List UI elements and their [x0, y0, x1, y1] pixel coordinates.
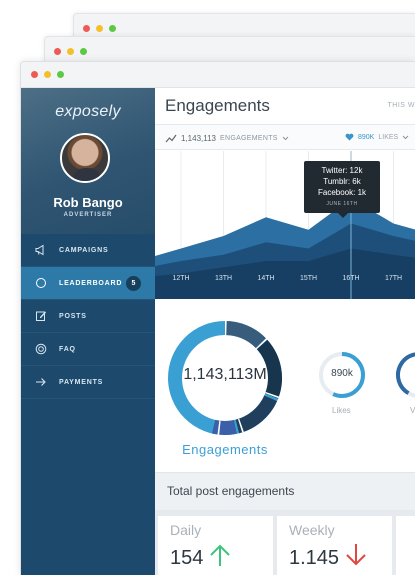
minimize-dot: [67, 48, 74, 55]
sidebar-item-label: CAMPAIGNS: [59, 246, 109, 254]
tile-value-number: 154: [170, 547, 204, 569]
window-titlebar: [21, 62, 415, 88]
tile-value: 1.145: [289, 543, 367, 570]
chart-tooltip: Twitter: 12k Tumblr: 6k Facebook: 1k JUN…: [304, 161, 380, 218]
tile-label: Weekly: [289, 522, 335, 538]
avatar[interactable]: [60, 133, 110, 183]
sidebar-item-campaigns[interactable]: CAMPAIGNS: [21, 234, 155, 267]
close-dot: [54, 48, 61, 55]
section-title: Total post engagements: [167, 484, 295, 498]
megaphone-icon: [35, 244, 44, 256]
app-window: exposely Rob Bango ADVERTISER CAMPAIGNS …: [20, 61, 415, 575]
likes-value: 890K: [358, 133, 375, 141]
x-tick-label: 16TH: [342, 275, 359, 282]
edit-icon: [36, 311, 46, 321]
sidebar-item-faq[interactable]: FAQ: [21, 333, 155, 366]
tooltip-date: JUNE 16TH: [326, 201, 358, 207]
tile-label: Daily: [170, 522, 202, 538]
metric-bar: 1,143,113 ENGAGEMENTS 890K LIKES: [155, 124, 415, 150]
close-dot: [83, 25, 90, 32]
likes-ring-value: 890k: [331, 368, 353, 379]
third-ring-label: V: [410, 406, 415, 415]
sidebar-item-posts[interactable]: POSTS: [21, 300, 155, 333]
zoom-dot: [80, 48, 87, 55]
sidebar-item-payments[interactable]: PAYMENTS: [21, 366, 155, 399]
period-selector[interactable]: THIS W: [388, 102, 415, 109]
brand-logo[interactable]: exposely: [21, 103, 155, 121]
daily-tile[interactable]: Daily 154: [158, 516, 273, 575]
arrow-up-icon: [210, 544, 230, 566]
likes-ring-label: Likes: [332, 406, 351, 415]
tooltip-tumblr: Tumblr: 6k: [323, 177, 361, 186]
window-controls: [83, 25, 116, 32]
total-post-engagements-header: Total post engagements: [155, 472, 415, 510]
engagements-label: ENGAGEMENTS: [220, 134, 278, 142]
page-title: Engagements: [165, 96, 270, 115]
heart-icon: [345, 133, 354, 141]
lifebuoy-icon: [35, 343, 47, 355]
minimize-dot: [96, 25, 103, 32]
sidebar: exposely Rob Bango ADVERTISER CAMPAIGNS …: [21, 88, 155, 575]
engagement-tiles: Daily 154 Weekly 1.145: [155, 510, 415, 575]
engagements-total: 1,143,113M: [183, 366, 267, 383]
sidebar-item-label: POSTS: [59, 312, 87, 320]
profile-panel: exposely Rob Bango ADVERTISER: [21, 88, 155, 234]
zoom-dot: [109, 25, 116, 32]
tooltip-twitter: Twitter: 12k: [321, 166, 363, 175]
likes-metric-selector[interactable]: 890K LIKES: [345, 133, 409, 141]
chevron-down-icon: [282, 136, 289, 140]
x-tick-label: 13TH: [215, 275, 232, 282]
profile-name: Rob Bango: [53, 195, 123, 210]
window-controls: [31, 71, 64, 78]
engagements-donut: 1,143,113M: [165, 318, 285, 438]
arrow-right-icon: [36, 378, 46, 386]
close-button[interactable]: [31, 71, 38, 78]
sidebar-item-label: PAYMENTS: [59, 378, 104, 386]
likes-ring: 890k: [318, 351, 366, 399]
x-tick-label: 14TH: [257, 275, 274, 282]
circle-icon: [36, 278, 46, 288]
likes-label: LIKES: [378, 133, 399, 141]
tile-value-number: 1.145: [289, 547, 340, 569]
chevron-down-icon: [402, 135, 409, 139]
x-tick-label: 17TH: [385, 275, 402, 282]
third-tile[interactable]: [396, 516, 415, 575]
arrow-down-icon: [345, 544, 366, 566]
zoom-button[interactable]: [57, 71, 64, 78]
x-tick-label: 12TH: [172, 275, 189, 282]
tile-value: 154: [170, 543, 231, 570]
tooltip-facebook: Facebook: 1k: [317, 188, 367, 197]
sidebar-item-label: FAQ: [59, 345, 76, 353]
trend-line-icon: [165, 134, 177, 143]
engagements-metric-selector[interactable]: 1,143,113 ENGAGEMENTS: [165, 133, 289, 143]
engagements-donut-label: Engagements: [182, 442, 268, 457]
third-ring: 9: [395, 351, 415, 399]
sidebar-item-label: LEADERBOARD: [59, 279, 123, 287]
engagements-value: 1,143,113: [181, 133, 216, 143]
x-tick-label: 15TH: [300, 275, 317, 282]
weekly-tile[interactable]: Weekly 1.145: [277, 516, 392, 575]
window-controls: [54, 48, 87, 55]
count-badge: 5: [126, 276, 141, 291]
profile-role: ADVERTISER: [63, 212, 113, 218]
main-content: Engagements THIS W 1,143,113 ENGAGEMENTS…: [155, 88, 415, 575]
third-ring-value: 9: [395, 368, 415, 379]
sidebar-item-leaderboard[interactable]: LEADERBOARD 5: [21, 267, 155, 300]
minimize-button[interactable]: [44, 71, 51, 78]
